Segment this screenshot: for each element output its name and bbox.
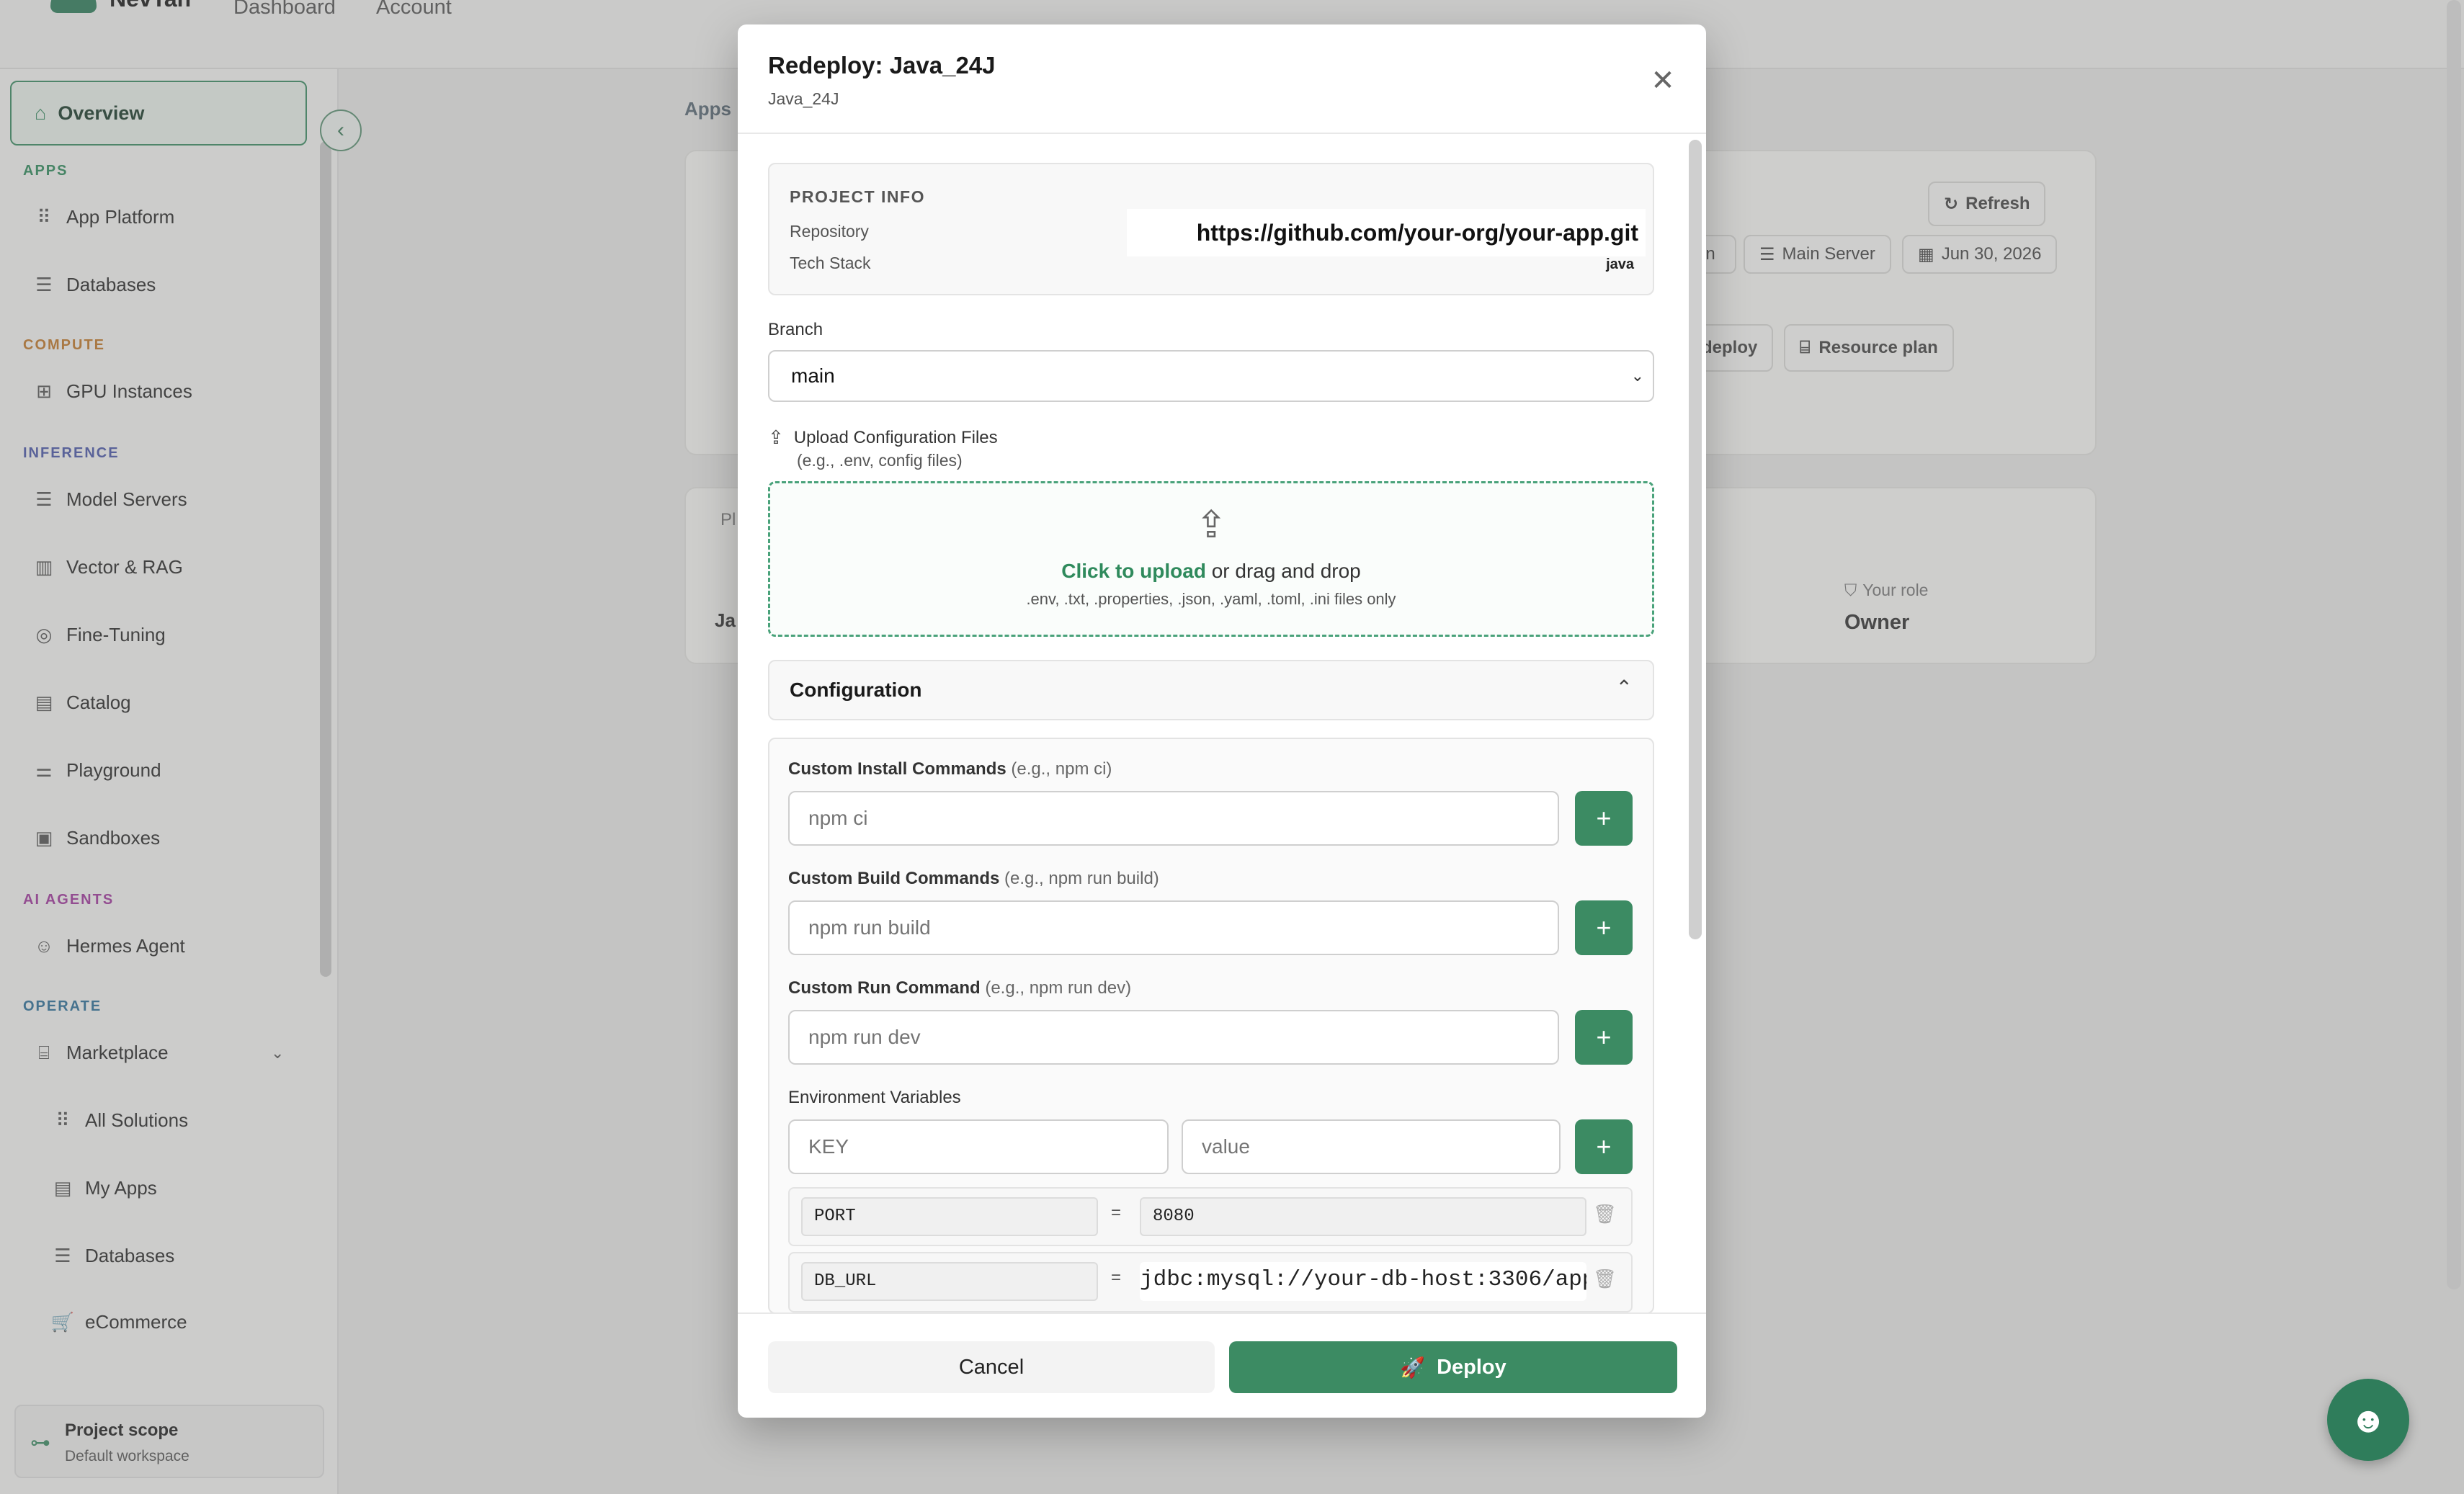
header-divider (738, 133, 1706, 134)
env-key-input[interactable] (788, 1119, 1169, 1174)
run-hint: (e.g., npm run dev) (980, 978, 1132, 998)
add-build-button[interactable]: + (1575, 900, 1633, 955)
env-value-input[interactable] (1182, 1119, 1561, 1174)
install-label-text: Custom Install Commands (788, 759, 1006, 779)
deploy-button[interactable]: 🚀 Deploy (1229, 1341, 1677, 1393)
redeploy-modal: Redeploy: Java_24J Java_24J ✕ PROJECT IN… (738, 24, 1706, 1418)
equals-sign: = (1111, 1203, 1122, 1222)
page-scrollbar[interactable] (2447, 0, 2461, 1289)
modal-scrollbar[interactable] (1689, 140, 1702, 939)
run-command-input[interactable] (788, 1010, 1559, 1065)
build-label-text: Custom Build Commands (788, 869, 1000, 888)
env-row: DB_URL = jdbc:mysql://your-db-host:3306/… (788, 1252, 1633, 1312)
env-row-key[interactable]: DB_URL (801, 1262, 1098, 1301)
tech-stack-label: Tech Stack (790, 254, 871, 272)
drag-drop-text: or drag and drop (1205, 560, 1361, 582)
deploy-label: Deploy (1437, 1355, 1506, 1379)
click-to-upload-link[interactable]: Click to upload (1061, 560, 1206, 582)
close-icon: ✕ (1651, 65, 1675, 97)
configuration-toggle[interactable]: Configuration ⌃ (768, 660, 1654, 720)
chevron-up-icon: ⌃ (1615, 676, 1633, 699)
install-command-input[interactable] (788, 791, 1559, 846)
add-run-button[interactable]: + (1575, 1010, 1633, 1065)
branch-select[interactable]: main ⌄ (768, 350, 1654, 402)
run-label: Custom Run Command (e.g., npm run dev) (788, 978, 1131, 998)
repository-value: https://github.com/your-org/your-app.git (1127, 209, 1646, 256)
rocket-icon: 🚀 (1400, 1356, 1426, 1379)
install-hint: (e.g., npm ci) (1006, 759, 1112, 779)
plus-icon: + (1596, 913, 1612, 942)
upload-label-text: Upload Configuration Files (793, 427, 998, 447)
plus-icon: + (1596, 803, 1612, 833)
env-row-value[interactable]: jdbc:mysql://your-db-host:3306/app (1140, 1262, 1586, 1301)
run-label-text: Custom Run Command (788, 978, 981, 998)
assistant-fab-button[interactable]: ☻ (2327, 1379, 2409, 1461)
install-label: Custom Install Commands (e.g., npm ci) (788, 759, 1112, 779)
allowed-file-types: .env, .txt, .properties, .json, .yaml, .… (1026, 590, 1396, 608)
chevron-down-icon: ⌄ (1630, 367, 1644, 385)
trash-icon[interactable]: 🗑 (1593, 1268, 1617, 1290)
dropzone-text: Click to upload or drag and drop (770, 560, 1652, 583)
env-label: Environment Variables (788, 1088, 961, 1107)
upload-icon: ⇪ (768, 426, 784, 448)
build-command-input[interactable] (788, 900, 1559, 955)
repository-label: Repository (790, 222, 869, 241)
branch-label: Branch (768, 320, 823, 339)
project-info-card: PROJECT INFO Repository Tech Stack java … (768, 163, 1654, 295)
close-button[interactable]: ✕ (1646, 63, 1680, 98)
footer-divider (738, 1312, 1706, 1314)
build-label: Custom Build Commands (e.g., npm run bui… (788, 869, 1159, 889)
cancel-button[interactable]: Cancel (768, 1341, 1215, 1393)
equals-sign: = (1111, 1268, 1122, 1287)
trash-icon[interactable]: 🗑 (1593, 1203, 1617, 1225)
upload-icon: ⇪ (1195, 504, 1227, 546)
build-hint: (e.g., npm run build) (999, 869, 1159, 888)
env-row: PORT = 8080 🗑 (788, 1187, 1633, 1246)
plus-icon: + (1596, 1022, 1612, 1052)
add-install-button[interactable]: + (1575, 791, 1633, 846)
upload-label: ⇪ Upload Configuration Files (768, 426, 998, 449)
configuration-title: Configuration (790, 679, 922, 701)
project-info-heading: PROJECT INFO (790, 187, 925, 206)
plus-icon: + (1596, 1132, 1612, 1161)
env-row-key[interactable]: PORT (801, 1197, 1098, 1236)
add-env-button[interactable]: + (1575, 1119, 1633, 1174)
modal-title: Redeploy: Java_24J (768, 52, 996, 79)
branch-selected-value: main (791, 364, 835, 387)
tech-stack-value: java (1606, 256, 1634, 272)
robot-icon: ☻ (2349, 1400, 2388, 1440)
upload-dropzone[interactable]: ⇪ Click to upload or drag and drop .env,… (768, 481, 1654, 637)
modal-subtitle: Java_24J (768, 89, 839, 108)
upload-hint: (e.g., .env, config files) (797, 451, 963, 470)
env-row-value[interactable]: 8080 (1140, 1197, 1586, 1236)
